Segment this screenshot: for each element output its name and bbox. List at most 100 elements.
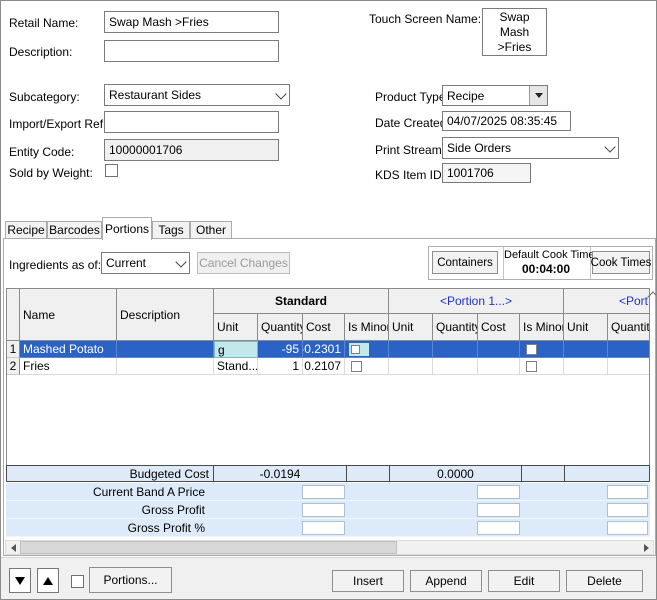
cook-times-button[interactable]: Cook Times — [592, 251, 650, 274]
move-down-button[interactable] — [9, 568, 31, 593]
tab-barcodes[interactable]: Barcodes — [47, 221, 102, 239]
date-created-value: 04/07/2025 08:35:45 — [447, 114, 557, 128]
tab-tags-label: Tags — [158, 223, 183, 237]
cost-cell: 0.2107 — [303, 358, 345, 375]
tab-portions[interactable]: Portions — [102, 217, 152, 240]
import-export-ref-input[interactable] — [104, 111, 279, 133]
budgeted-cost-gap — [347, 466, 390, 481]
default-cook-time-value: 00:04:00 — [504, 262, 588, 276]
touch-screen-line1: Swap — [499, 10, 529, 25]
product-type-select[interactable]: Recipe — [442, 85, 548, 106]
insert-button[interactable]: Insert — [332, 570, 404, 592]
header-standard-cost: Cost — [303, 314, 345, 340]
tab-other-label: Other — [196, 223, 226, 237]
header-group-portion2[interactable]: <Port — [564, 289, 649, 314]
is-minor-field — [349, 343, 369, 356]
chevron-down-icon — [275, 88, 286, 99]
gross-profit-portion2-input[interactable] — [607, 503, 648, 517]
subcategory-select[interactable]: Restaurant Sides — [104, 84, 290, 106]
portions-button-label: Portions... — [103, 573, 157, 587]
gross-profit-standard-input[interactable] — [302, 503, 345, 517]
cost-cell: -0.2301 — [303, 341, 345, 358]
band-a-standard-input[interactable] — [302, 485, 345, 499]
gross-profit-pct-standard-input[interactable] — [302, 521, 345, 535]
header-portion1-unit: Unit — [389, 314, 433, 340]
band-a-portion1-input[interactable] — [477, 485, 520, 499]
quantity-cell — [433, 358, 478, 375]
touch-screen-line2: Mash — [500, 25, 529, 40]
cancel-changes-label: Cancel Changes — [199, 256, 288, 270]
grid-body: 1 Mashed Potato g -95 -0.2301 2 Fries St… — [6, 341, 650, 465]
portions-button[interactable]: Portions... — [89, 567, 172, 593]
default-cook-time-label: Default Cook Time — [504, 249, 594, 261]
budgeted-cost-standard-value: -0.0194 — [214, 466, 347, 481]
touch-screen-name-box[interactable]: Swap Mash >Fries — [482, 8, 547, 56]
retail-name-input[interactable]: Swap Mash >Fries — [104, 11, 279, 33]
delete-button[interactable]: Delete — [566, 570, 643, 592]
chevron-down-icon — [175, 256, 186, 267]
header-group-portion1[interactable]: <Portion 1...> — [389, 289, 564, 314]
scrollbar-thumb[interactable] — [20, 541, 397, 554]
append-button-label: Append — [425, 574, 466, 588]
cook-times-label: Cook Times — [591, 257, 652, 269]
unit-cell: Stand... — [214, 358, 258, 375]
tab-recipe-label: Recipe — [7, 223, 44, 237]
is-minor-checkbox[interactable] — [351, 345, 360, 354]
header-description[interactable]: Description — [117, 289, 214, 340]
cost-cell — [478, 358, 520, 375]
date-created-input[interactable]: 04/07/2025 08:35:45 — [442, 111, 571, 131]
name-cell: Mashed Potato — [20, 341, 117, 358]
dropdown-arrow-icon[interactable] — [529, 86, 547, 105]
horizontal-scrollbar[interactable] — [5, 540, 654, 555]
header-name[interactable]: Name — [20, 289, 117, 340]
tab-recipe[interactable]: Recipe — [5, 221, 47, 239]
cancel-changes-button[interactable]: Cancel Changes — [197, 252, 290, 274]
retail-name-value: Swap Mash >Fries — [109, 15, 209, 29]
tab-other[interactable]: Other — [190, 221, 232, 239]
budgeted-cost-gap — [565, 466, 649, 481]
print-stream-select[interactable]: Side Orders — [442, 137, 619, 159]
quantity-cell — [433, 341, 478, 358]
is-minor-checkbox[interactable] — [526, 344, 537, 355]
quantity-cell — [608, 341, 650, 358]
sold-by-weight-checkbox[interactable] — [105, 164, 118, 177]
edit-button-label: Edit — [514, 574, 535, 588]
insert-button-label: Insert — [353, 574, 383, 588]
kds-item-id-label: KDS Item ID: — [375, 168, 445, 182]
header-row-number — [7, 289, 20, 340]
is-minor-checkbox[interactable] — [526, 361, 537, 372]
gross-profit-portion1-input[interactable] — [477, 503, 520, 517]
tab-barcodes-label: Barcodes — [49, 223, 100, 237]
header-standard-is-minor: Is Minor — [345, 314, 389, 340]
kds-item-id-input[interactable]: 1001706 — [442, 163, 531, 183]
retail-name-label: Retail Name: — [9, 16, 78, 30]
edit-button[interactable]: Edit — [488, 570, 560, 592]
quantity-cell: 1 — [258, 358, 303, 375]
gross-profit-pct-row: Gross Profit % — [6, 519, 650, 537]
entity-code-label: Entity Code: — [9, 145, 74, 159]
date-created-label: Date Created: — [375, 116, 450, 130]
append-button[interactable]: Append — [410, 570, 482, 592]
gross-profit-pct-portion1-input[interactable] — [477, 521, 520, 535]
ingredients-as-of-label: Ingredients as of: — [9, 258, 101, 272]
scroll-right-button[interactable] — [639, 541, 653, 554]
unit-cell-active[interactable]: g — [214, 341, 258, 358]
quantity-cell: -95 — [258, 341, 303, 358]
portions-checkbox[interactable] — [71, 575, 84, 588]
scroll-left-icon — [11, 544, 16, 552]
tab-tags[interactable]: Tags — [152, 221, 190, 239]
table-row[interactable]: 1 Mashed Potato g -95 -0.2301 — [7, 341, 650, 358]
description-input[interactable] — [104, 40, 279, 62]
is-minor-checkbox[interactable] — [351, 361, 362, 372]
gross-profit-pct-portion2-input[interactable] — [607, 521, 648, 535]
table-row[interactable]: 2 Fries Stand... 1 0.2107 — [7, 358, 650, 375]
budgeted-cost-portion1-value: 0.0000 — [390, 466, 522, 481]
grid-header: Name Description Standard <Portion 1...>… — [6, 288, 650, 341]
move-up-button[interactable] — [37, 568, 59, 593]
entity-code-value: 10000001706 — [109, 143, 182, 157]
containers-button[interactable]: Containers — [432, 251, 498, 274]
band-a-portion2-input[interactable] — [607, 485, 648, 499]
row-number-cell: 2 — [7, 358, 20, 375]
scroll-left-button[interactable] — [6, 541, 20, 554]
ingredients-as-of-select[interactable]: Current — [101, 252, 190, 274]
